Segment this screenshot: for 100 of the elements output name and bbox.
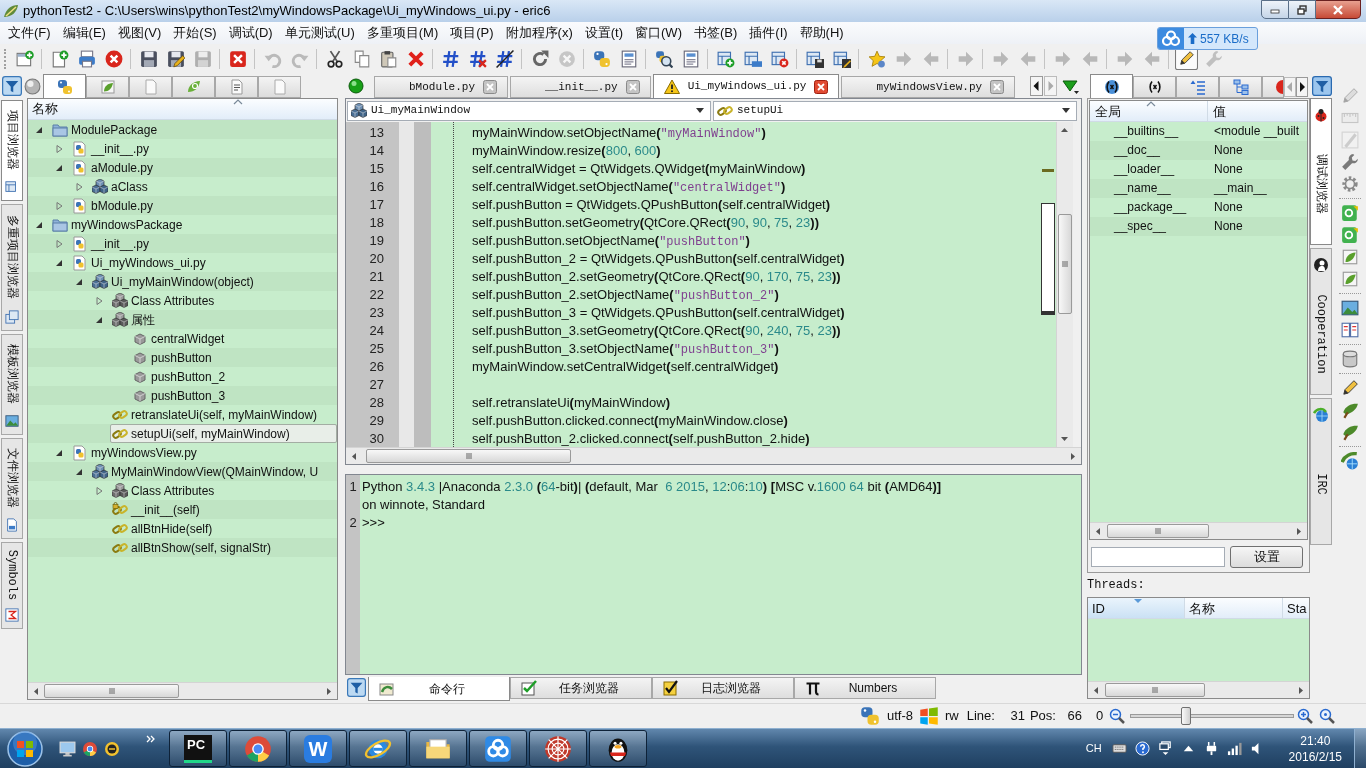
- menu-item[interactable]: 编辑(E): [56, 23, 112, 43]
- tile-icon[interactable]: [1341, 204, 1359, 222]
- menu-item[interactable]: 项目(P): [444, 23, 500, 43]
- editor-tab[interactable]: __init__.py: [510, 76, 651, 98]
- paste-icon[interactable]: [379, 49, 398, 68]
- leaf-page-icon[interactable]: [1341, 248, 1359, 266]
- new-page-icon[interactable]: [50, 49, 69, 68]
- close-icon[interactable]: [483, 80, 497, 94]
- column-header[interactable]: ID: [1088, 598, 1185, 618]
- tree-item[interactable]: allBtnHide(self): [110, 519, 337, 538]
- printer-icon[interactable]: [77, 49, 96, 68]
- editor-tab[interactable]: myWindowsView.py: [841, 76, 1016, 98]
- floppy-disk-pencil-icon[interactable]: [166, 49, 185, 68]
- column-header[interactable]: 值: [1208, 101, 1307, 122]
- pencil-icon[interactable]: [1341, 379, 1359, 397]
- expand-arrow-icon[interactable]: [94, 295, 104, 306]
- tab-scroll-left-icon[interactable]: [1030, 76, 1043, 96]
- method-combo[interactable]: setupUi: [713, 100, 1077, 121]
- viewport-indicator[interactable]: [1041, 203, 1055, 315]
- menu-item[interactable]: 插件(I): [743, 23, 794, 43]
- filter-icon[interactable]: [347, 678, 366, 697]
- tree-item[interactable]: myWindowsPackage: [50, 215, 337, 234]
- wrench-icon[interactable]: [1341, 153, 1359, 171]
- delete-icon[interactable]: [406, 49, 425, 68]
- clock-date[interactable]: 2016/2/15: [1288, 748, 1342, 765]
- scroll-right-icon[interactable]: [1295, 527, 1303, 536]
- hash-icon[interactable]: [441, 49, 460, 68]
- scroll-left-icon[interactable]: [1094, 527, 1102, 536]
- scroll-right-icon[interactable]: [325, 687, 333, 696]
- set-button[interactable]: 设置: [1230, 545, 1303, 568]
- close-icon[interactable]: [625, 80, 640, 94]
- menu-item[interactable]: 设置(t): [578, 23, 630, 43]
- panel-tab[interactable]: 日志浏览器: [652, 677, 794, 699]
- project-save-icon[interactable]: [805, 49, 824, 68]
- menu-item[interactable]: 帮助(H): [793, 23, 850, 43]
- scrollbar-thumb[interactable]: [1107, 524, 1209, 538]
- filter-icon[interactable]: [2, 76, 22, 96]
- menu-item[interactable]: 多重项目(M): [360, 23, 445, 43]
- leaf-page-icon[interactable]: [1341, 270, 1359, 288]
- tile-icon[interactable]: [1341, 226, 1359, 244]
- tree-item[interactable]: Ui_myWindows_ui.py: [70, 253, 337, 272]
- scroll-up-icon[interactable]: [1060, 126, 1069, 134]
- picture-icon[interactable]: [1341, 299, 1359, 317]
- brush-icon[interactable]: [1341, 401, 1359, 419]
- minimize-button[interactable]: [1261, 0, 1289, 19]
- signal-icon[interactable]: [1226, 741, 1242, 756]
- tree-item[interactable]: centralWidget: [130, 329, 337, 348]
- language-indicator[interactable]: CH: [1085, 740, 1102, 757]
- hash-cross-icon[interactable]: [468, 49, 487, 68]
- panel-tab[interactable]: Numbers: [794, 677, 936, 699]
- menu-item[interactable]: 书签(B): [687, 23, 744, 43]
- tree-item[interactable]: retranslateUi(self, myMainWindow): [110, 405, 337, 424]
- tree-item[interactable]: myWindowsView.py: [70, 443, 337, 462]
- filter-icon[interactable]: [1312, 76, 1332, 96]
- menu-item[interactable]: 单元测试(U): [278, 23, 361, 43]
- slider-thumb[interactable]: [1180, 707, 1191, 725]
- menu-item[interactable]: 附加程序(x): [499, 23, 579, 43]
- windows-arrow-icon[interactable]: [1157, 741, 1173, 756]
- expand-arrow-icon[interactable]: [54, 143, 64, 154]
- column-header[interactable]: 名称: [28, 99, 337, 120]
- bookmark-star-icon[interactable]: [867, 49, 886, 68]
- project-icon[interactable]: [743, 49, 762, 68]
- scroll-left-icon[interactable]: [350, 452, 358, 461]
- scroll-left-icon[interactable]: [1092, 686, 1100, 695]
- restore-button[interactable]: [1289, 0, 1316, 19]
- horizontal-scrollbar[interactable]: [28, 682, 337, 699]
- project-save-as-icon[interactable]: [832, 49, 851, 68]
- book-icon[interactable]: [1341, 321, 1359, 339]
- horizontal-scrollbar[interactable]: [346, 447, 1081, 464]
- side-tab[interactable]: 文件浏览器: [1, 438, 23, 539]
- class-combo[interactable]: Ui_myMainWindow: [347, 100, 711, 121]
- tab-scroll-right-icon[interactable]: [1296, 77, 1308, 97]
- scroll-right-icon[interactable]: [1297, 686, 1305, 695]
- expand-arrow-icon[interactable]: [54, 200, 64, 211]
- reload-icon[interactable]: [530, 49, 549, 68]
- menu-item[interactable]: 视图(V): [111, 23, 168, 43]
- scrollbar-thumb[interactable]: [366, 449, 571, 463]
- tree-item[interactable]: pushButton_2: [130, 367, 337, 386]
- taskbar-button[interactable]: [469, 730, 527, 767]
- brush-icon[interactable]: [1341, 423, 1359, 441]
- taskbar-button[interactable]: W: [289, 730, 347, 767]
- gear-icon[interactable]: [1341, 175, 1359, 193]
- scroll-left-icon[interactable]: [32, 687, 40, 696]
- column-header[interactable]: Sta: [1283, 598, 1309, 618]
- panel-tab[interactable]: 任务浏览器: [510, 677, 652, 699]
- side-tab[interactable]: 调试浏览器: [1310, 98, 1332, 245]
- keyboard-icon[interactable]: [1111, 741, 1127, 756]
- taskbar-button[interactable]: [229, 730, 287, 767]
- database-icon[interactable]: [1341, 350, 1359, 368]
- close-icon[interactable]: [104, 49, 123, 68]
- tree-item[interactable]: setupUi(self, myMainWindow): [110, 424, 337, 443]
- panel-tab[interactable]: 命令行: [368, 677, 510, 701]
- side-tab[interactable]: IRC: [1310, 398, 1332, 545]
- badge-icon[interactable]: [104, 740, 120, 757]
- menu-item[interactable]: 窗口(W): [629, 23, 688, 43]
- taskbar-button[interactable]: [409, 730, 467, 767]
- menu-item[interactable]: 开始(S): [167, 23, 223, 43]
- horizontal-scrollbar[interactable]: [1090, 522, 1307, 539]
- vertical-scrollbar[interactable]: [1056, 122, 1073, 447]
- scroll-right-icon[interactable]: [1069, 452, 1077, 461]
